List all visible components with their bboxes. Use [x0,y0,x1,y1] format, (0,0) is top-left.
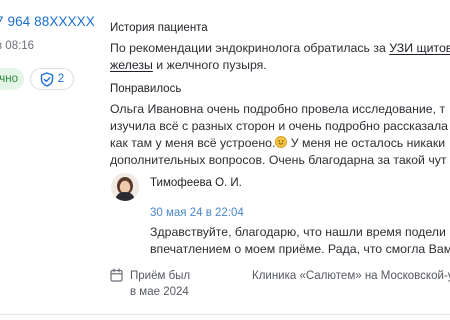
liked-title: Понравилось [110,83,182,95]
liked-line-2: изучила всё с разных сторон и очень подр… [110,119,449,133]
history-text: По рекомендации эндокринолога обратилась… [110,41,390,55]
visit-date-label: Приём был [130,270,191,282]
reply-line-1: Здравствуйте, благодарю, что нашли время… [150,225,446,239]
history-text-end: и желчного пузыря. [152,58,267,72]
verified-badge[interactable]: 2 [30,68,74,90]
history-line-1: По рекомендации эндокринолога обратилась… [110,40,450,57]
reply-date: 30 мая 24 в 22:04 [150,207,244,219]
clinic-link[interactable]: Клиника «Салютем» на Московской-ул [252,268,450,284]
verified-count: 2 [57,73,65,85]
liked-line-3-text: как там у меня всё устроено. [110,136,276,150]
visit-date-value: в мае 2024 [130,286,189,298]
divider [0,314,450,315]
smiling-face-emoji [275,136,288,148]
calendar-icon [110,268,123,287]
liked-line-3: как там у меня всё устроено. У меня не о… [110,135,445,152]
history-line-2: железы и желчного пузыря. [110,57,267,74]
doctor-avatar[interactable] [111,173,139,201]
liked-line-3-rest: У меня не осталось никаки [287,136,446,150]
ultrasound-link[interactable]: УЗИ щитов [389,41,450,55]
history-title: История пациента [110,22,208,34]
reply-line-2: впечатлением о моем приёме. Рада, что см… [150,242,450,256]
liked-line-4: дополнительных вопросов. Очень благодарн… [110,153,447,167]
liked-line-1: Ольга Ивановна очень подробно провела ис… [110,102,446,116]
shield-check-icon [40,71,54,87]
patient-phone[interactable]: 7 964 88XXXXX [0,14,95,29]
ultrasound-link-continued[interactable]: железы [110,58,153,72]
review-time: в 08:16 [0,40,35,52]
status-badge: чно [0,68,24,90]
reply-author[interactable]: Тимофеева О. И. [150,177,242,189]
